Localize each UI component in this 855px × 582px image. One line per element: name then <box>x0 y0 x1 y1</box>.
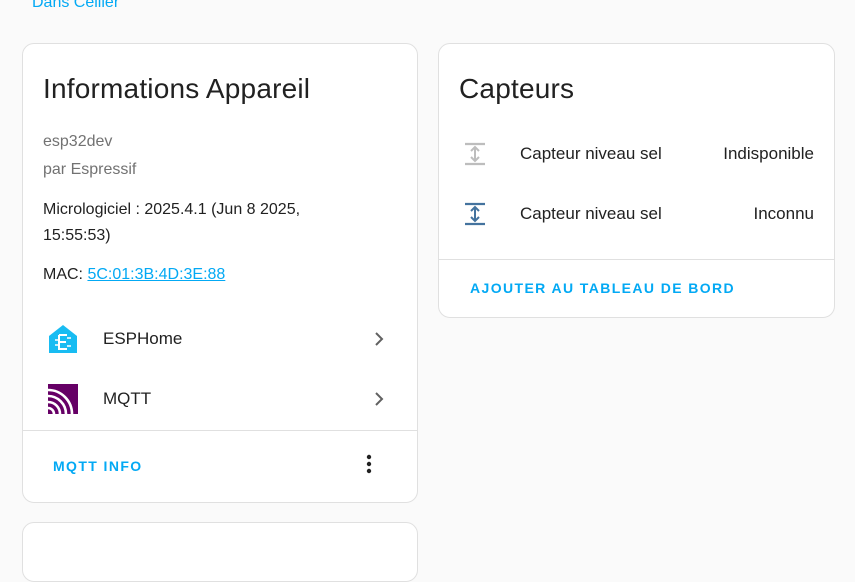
integration-label-esphome: ESPHome <box>103 329 183 348</box>
card-divider <box>23 430 417 431</box>
arrow-expand-vertical-icon <box>465 202 485 226</box>
device-manufacturer: par Espressif <box>43 161 137 178</box>
esphome-icon <box>49 325 77 353</box>
add-to-dashboard-button[interactable]: AJOUTER AU TABLEAU DE BORD <box>470 280 735 296</box>
chevron-right-icon <box>375 332 384 346</box>
mac-link[interactable]: 5C:01:3B:4D:3E:88 <box>87 266 225 283</box>
sensor-name: Capteur niveau sel <box>520 144 662 163</box>
sensor-state: Indisponible <box>723 144 814 163</box>
mac-label: MAC: <box>43 266 88 283</box>
integration-row-mqtt[interactable]: MQTT <box>23 369 417 429</box>
firmware-line-2: 15:55:53) <box>43 227 111 244</box>
sensor-row[interactable]: Capteur niveau sel Inconnu <box>439 184 834 244</box>
firmware-line-1: Micrologiciel : 2025.4.1 (Jun 8 2025, <box>43 201 301 218</box>
mqtt-icon <box>47 384 78 415</box>
sensor-state: Inconnu <box>753 204 815 223</box>
sensor-row[interactable]: Capteur niveau sel Indisponible <box>439 124 834 184</box>
chevron-right-icon <box>375 392 384 406</box>
sensors-title: Capteurs <box>459 73 575 104</box>
more-vertical-icon[interactable] <box>357 452 381 476</box>
sensors-card: Capteurs Capteur niveau sel Indisponible… <box>438 43 835 318</box>
firmware-version: Micrologiciel : 2025.4.1 (Jun 8 2025, 15… <box>43 197 300 249</box>
next-card <box>22 522 418 582</box>
device-info-card: Informations Appareil esp32dev par Espre… <box>22 43 418 503</box>
device-model: esp32dev <box>43 133 113 150</box>
mac-address: MAC: 5C:01:3B:4D:3E:88 <box>43 262 225 288</box>
area-link[interactable]: Dans Cellier <box>32 0 119 12</box>
device-info-title: Informations Appareil <box>43 73 311 104</box>
arrow-expand-vertical-icon <box>465 142 485 166</box>
mqtt-info-button[interactable]: MQTT INFO <box>53 458 143 474</box>
card-divider <box>439 259 834 260</box>
integration-label-mqtt: MQTT <box>103 389 152 408</box>
sensor-name: Capteur niveau sel <box>520 204 662 223</box>
integration-row-esphome[interactable]: ESPHome <box>23 309 417 369</box>
